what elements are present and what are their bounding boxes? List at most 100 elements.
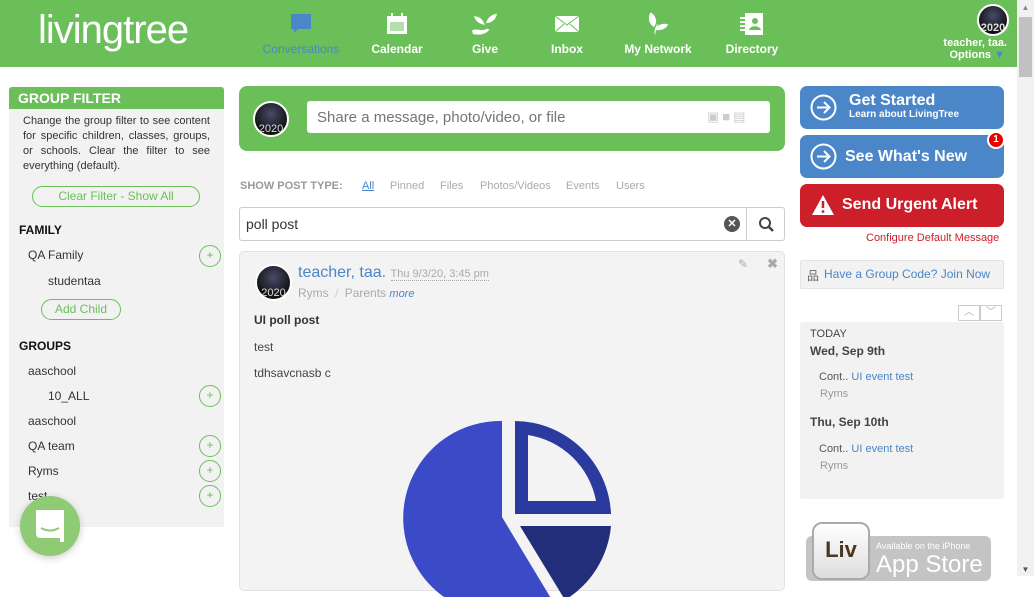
get-started-sublabel: Learn about LivingTree	[849, 109, 960, 120]
post-audience: Parents	[344, 286, 387, 300]
arrow-circle-icon	[810, 94, 837, 121]
group-filter-description: Change the group filter to see content f…	[23, 115, 210, 172]
post-author-avatar: 2020	[255, 264, 292, 301]
filter-all[interactable]: All	[362, 180, 374, 192]
post-author-link[interactable]: teacher, taa.	[298, 264, 386, 281]
camera-icon[interactable]: ▣	[707, 109, 722, 124]
poll-pie-icon	[403, 420, 611, 597]
clear-search-icon[interactable]: ✕	[724, 216, 740, 232]
family-heading: FAMILY	[19, 223, 62, 237]
clear-filter-button[interactable]: Clear Filter - Show All	[32, 186, 200, 207]
post-title: UI poll post	[254, 313, 320, 327]
composer-avatar: 2020	[253, 101, 289, 137]
notification-badge: 1	[987, 131, 1005, 149]
scrollbar[interactable]: ▲ ▼	[1017, 0, 1034, 576]
scrollbar-thumb[interactable]	[1019, 17, 1032, 77]
user-name: teacher, taa.	[943, 37, 1007, 49]
add-group-plus-icon[interactable]: +	[199, 385, 221, 407]
event-group: Ryms	[820, 388, 849, 400]
app-store-small-text: Available on the iPhone	[876, 541, 971, 551]
send-urgent-alert-button[interactable]: Send Urgent Alert	[800, 184, 1004, 227]
separator: /	[335, 286, 339, 300]
group-item[interactable]: aaschool	[28, 414, 76, 428]
event-group: Ryms	[820, 460, 849, 472]
nav-directory[interactable]: Directory	[702, 12, 802, 56]
calendar-icon	[387, 13, 407, 34]
post-line: tdhsavcnasb c	[254, 366, 331, 380]
search-button[interactable]	[746, 207, 785, 241]
hand-plant-icon	[472, 13, 497, 35]
livingtree-logo[interactable]: livingtree	[38, 8, 189, 53]
today-label: TODAY	[810, 328, 847, 340]
add-group-plus-icon[interactable]: +	[199, 485, 221, 507]
group-item[interactable]: QA team	[28, 439, 75, 453]
post-timestamp: Thu 9/3/20, 3:45 pm	[390, 268, 489, 281]
liv-app-logo: Liv	[812, 522, 870, 580]
see-whats-new-button[interactable]: See What's New 1	[800, 131, 1005, 178]
video-icon[interactable]: ■	[722, 109, 733, 124]
filter-users[interactable]: Users	[616, 180, 645, 192]
urgent-alert-label: Send Urgent Alert	[842, 196, 978, 213]
leaves-icon	[648, 12, 669, 35]
add-child-button[interactable]: Add Child	[41, 299, 121, 320]
post-type-label: SHOW POST TYPE:	[240, 180, 343, 192]
post-group[interactable]: Ryms	[298, 286, 329, 300]
whats-new-label: See What's New	[845, 148, 968, 165]
scroll-up-icon[interactable]: ▲	[1017, 3, 1034, 12]
more-link[interactable]: more	[389, 288, 414, 300]
chevron-down-icon[interactable]: ﹀	[980, 305, 1002, 321]
user-menu[interactable]: 2020 teacher, taa. Options ▼	[917, 4, 1017, 61]
event-date: Wed, Sep 9th	[810, 344, 886, 358]
user-avatar: 2020	[977, 4, 1009, 36]
nav-my-network[interactable]: My Network	[608, 12, 708, 56]
contact-book-icon	[740, 13, 763, 35]
top-nav-bar: livingtree Conversations Calendar Give I…	[0, 0, 1017, 67]
warning-icon	[812, 195, 834, 215]
share-message-input[interactable]	[307, 101, 770, 133]
file-icon[interactable]: ▤	[733, 109, 748, 124]
app-store-badge[interactable]: Liv Available on the iPhone App Store	[806, 522, 991, 581]
group-item[interactable]: aaschool	[28, 364, 76, 378]
arrow-circle-icon	[810, 143, 837, 170]
filter-pinned[interactable]: Pinned	[390, 180, 424, 192]
chat-bubble-icon	[291, 14, 311, 33]
group-item[interactable]: 10_ALL	[48, 389, 89, 403]
chat-widget-button[interactable]	[20, 496, 80, 556]
filter-events[interactable]: Events	[566, 180, 600, 192]
scroll-down-icon[interactable]: ▼	[1017, 565, 1034, 574]
nav-inbox[interactable]: Inbox	[517, 12, 617, 56]
add-family-plus-icon[interactable]: +	[199, 245, 221, 267]
chevron-up-icon[interactable]: ︿	[958, 305, 980, 321]
group-item[interactable]: Ryms	[28, 464, 59, 478]
event-prefix: Cont..	[819, 443, 849, 455]
app-store-text: App Store	[876, 551, 983, 578]
options-link[interactable]: Options	[949, 49, 991, 61]
chat-icon	[36, 510, 64, 542]
filter-files[interactable]: Files	[440, 180, 463, 192]
child-item[interactable]: studentaa	[48, 274, 101, 288]
family-item[interactable]: QA Family	[28, 248, 83, 262]
search-icon	[759, 217, 774, 232]
filter-photos-videos[interactable]: Photos/Videos	[480, 180, 551, 192]
caret-down-icon: ▼	[994, 49, 1005, 61]
group-filter-panel: GROUP FILTER Change the group filter to …	[9, 87, 224, 527]
event-date: Thu, Sep 10th	[810, 415, 889, 429]
add-group-plus-icon[interactable]: +	[199, 460, 221, 482]
get-started-label: Get Started	[849, 92, 936, 109]
delete-close-icon[interactable]: ✖	[767, 256, 778, 272]
envelope-icon	[554, 15, 580, 33]
event-prefix: Cont..	[819, 371, 849, 383]
post-card: 2020 teacher, taa. Thu 9/3/20, 3:45 pm R…	[239, 251, 785, 597]
nav-calendar[interactable]: Calendar	[347, 12, 447, 56]
group-filter-title: GROUP FILTER	[9, 87, 224, 109]
event-link[interactable]: UI event test	[851, 443, 913, 455]
group-code-box[interactable]: 品 Have a Group Code? Join Now	[800, 260, 1004, 289]
nav-conversations[interactable]: Conversations	[251, 12, 351, 56]
event-link[interactable]: UI event test	[851, 371, 913, 383]
configure-default-message-link[interactable]: Configure Default Message	[866, 232, 999, 244]
get-started-button[interactable]: Get Started Learn about LivingTree	[800, 86, 1004, 129]
edit-pencil-icon[interactable]: ✎	[738, 257, 748, 271]
join-group-link[interactable]: Have a Group Code? Join Now	[824, 267, 990, 281]
add-group-plus-icon[interactable]: +	[199, 435, 221, 457]
post-search-input[interactable]	[239, 207, 747, 241]
